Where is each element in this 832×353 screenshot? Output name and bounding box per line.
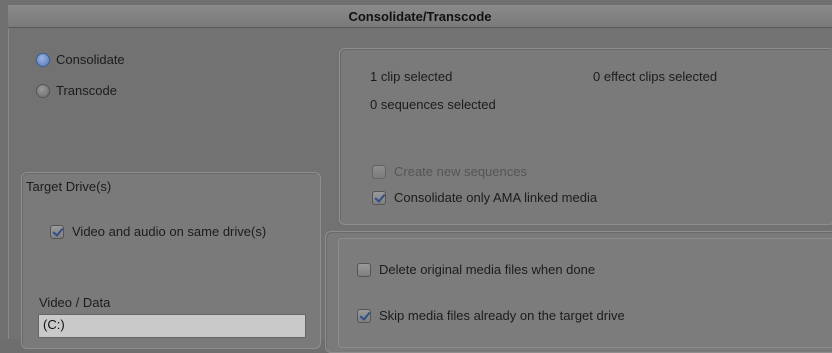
radio-transcode-label: Transcode [56, 83, 117, 98]
consolidate-ama-label: Consolidate only AMA linked media [394, 190, 598, 205]
create-new-sequences-row[interactable]: Create new sequences [372, 164, 527, 179]
same-drive-row[interactable]: Video and audio on same drive(s) [50, 224, 266, 239]
target-drives-panel: Target Drive(s) Video and audio on same … [21, 172, 321, 349]
consolidate-ama-row[interactable]: Consolidate only AMA linked media [372, 190, 597, 205]
consolidate-ama-checkbox[interactable] [372, 190, 386, 205]
same-drive-label: Video and audio on same drive(s) [72, 224, 267, 239]
clips-selected-text: 1 clip selected [370, 69, 453, 84]
video-data-label: Video / Data [39, 295, 111, 310]
skip-media-row[interactable]: Skip media files already on the target d… [357, 308, 625, 323]
consolidate-transcode-dialog: Consolidate/Transcode Consolidate Transc… [0, 0, 832, 353]
dialog-title: Consolidate/Transcode [8, 5, 832, 28]
delete-original-checkbox[interactable] [357, 262, 371, 277]
create-new-sequences-checkbox[interactable] [372, 164, 386, 179]
same-drive-checkbox[interactable] [50, 224, 64, 239]
radio-consolidate-label: Consolidate [56, 52, 125, 67]
delete-original-label: Delete original media files when done [379, 262, 596, 277]
media-options-panel: Delete original media files when done Sk… [325, 231, 832, 353]
skip-media-checkbox[interactable] [357, 308, 371, 323]
effect-clips-selected-text: 0 effect clips selected [593, 69, 718, 84]
sequences-selected-text: 0 sequences selected [370, 97, 496, 112]
video-data-drive-field[interactable]: (C:) [38, 314, 306, 338]
skip-media-label: Skip media files already on the target d… [379, 308, 625, 323]
radio-consolidate-row[interactable]: Consolidate [36, 52, 125, 67]
delete-original-row[interactable]: Delete original media files when done [357, 262, 595, 277]
create-new-sequences-label: Create new sequences [394, 164, 527, 179]
radio-transcode[interactable] [36, 83, 50, 98]
media-options-inner: Delete original media files when done Sk… [338, 238, 832, 348]
selection-summary-panel: 1 clip selected 0 effect clips selected … [339, 48, 832, 225]
radio-consolidate[interactable] [36, 52, 50, 67]
target-drives-title: Target Drive(s) [26, 179, 112, 194]
radio-transcode-row[interactable]: Transcode [36, 83, 117, 98]
dialog-body: Consolidate Transcode 1 clip selected 0 … [8, 28, 832, 353]
